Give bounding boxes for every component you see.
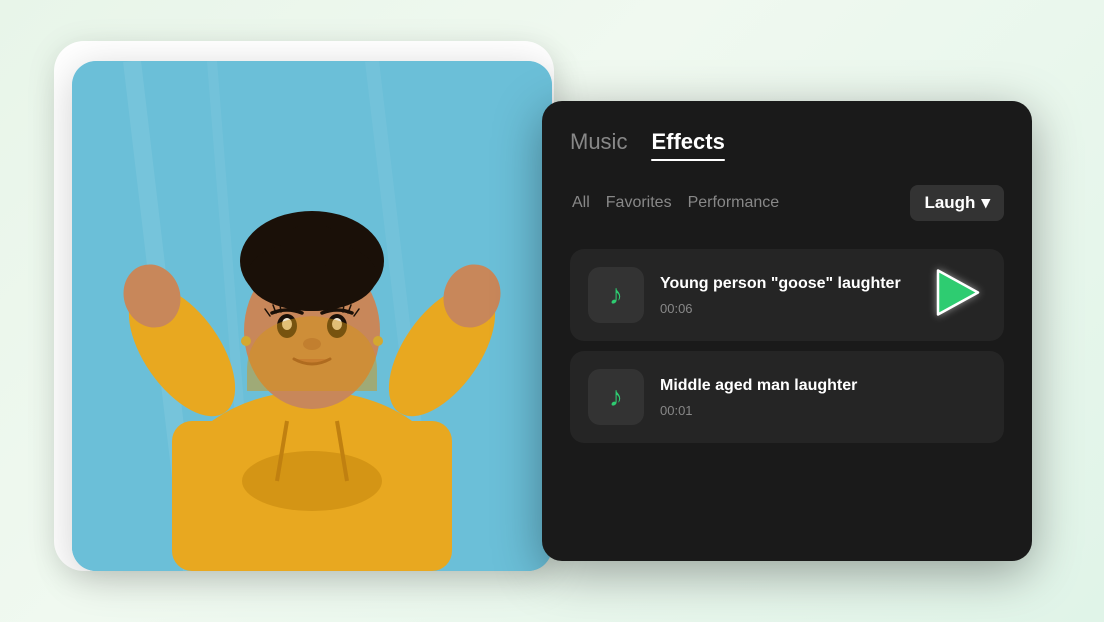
tab-music[interactable]: Music: [570, 129, 627, 161]
music-note-icon-2: ♪: [609, 381, 623, 413]
filter-performance[interactable]: Performance: [686, 190, 782, 216]
sound-info-2: Middle aged man laughter 00:01: [660, 376, 986, 418]
sound-duration-2: 00:01: [660, 403, 986, 418]
scene-container: Music Effects All Favorites Performance …: [72, 41, 1032, 581]
effects-panel: Music Effects All Favorites Performance …: [542, 101, 1032, 561]
tab-effects[interactable]: Effects: [651, 129, 724, 161]
tab-bar: Music Effects: [570, 129, 1004, 161]
person-illustration: [72, 61, 552, 571]
chevron-down-icon: ▾: [981, 193, 990, 213]
sound-item-2[interactable]: ♪ Middle aged man laughter 00:01: [570, 351, 1004, 443]
sound-list: ♪ Young person "goose" laughter 00:06 ♪: [570, 249, 1004, 443]
sound-item-1[interactable]: ♪ Young person "goose" laughter 00:06: [570, 249, 1004, 341]
photo-card: [72, 61, 552, 571]
filter-favorites[interactable]: Favorites: [604, 190, 674, 216]
filter-all[interactable]: All: [570, 190, 592, 216]
play-arrow-cursor: [932, 267, 984, 324]
filter-bar: All Favorites Performance Laugh ▾: [570, 185, 1004, 221]
music-note-icon-1: ♪: [609, 279, 623, 311]
music-icon-wrap-1: ♪: [588, 267, 644, 323]
filter-laugh-pill[interactable]: Laugh ▾: [910, 185, 1004, 221]
music-icon-wrap-2: ♪: [588, 369, 644, 425]
sound-title-2: Middle aged man laughter: [660, 376, 986, 397]
